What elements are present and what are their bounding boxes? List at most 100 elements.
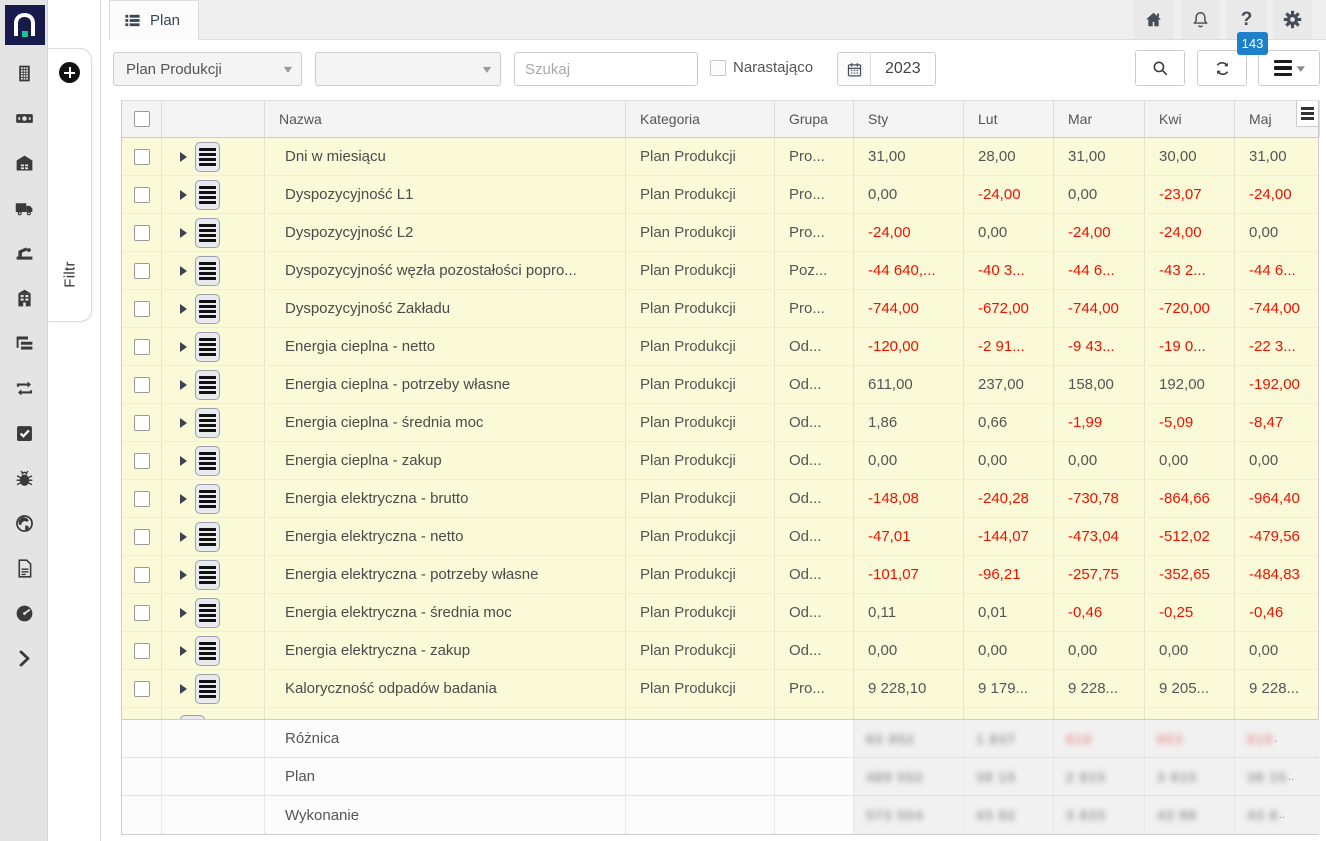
table-row[interactable]: Dyspozycyjność węzła pozostałości popro.… xyxy=(122,252,1318,290)
row-name[interactable]: Energia elektryczna - brutto xyxy=(265,480,626,517)
search-button[interactable] xyxy=(1135,50,1185,86)
tree-list-icon[interactable] xyxy=(13,332,35,354)
expand-arrow-icon[interactable] xyxy=(180,228,187,238)
dataset-select[interactable]: Plan Produkcji ▾ xyxy=(113,52,302,86)
row-menu-button[interactable] xyxy=(195,484,220,514)
row-name[interactable]: Dyspozycyjność Zakładu xyxy=(265,290,626,327)
app-logo[interactable] xyxy=(5,5,45,45)
expand-arrow-icon[interactable] xyxy=(180,570,187,580)
year-picker[interactable]: 2023 xyxy=(837,52,936,86)
table-row[interactable]: Energia elektryczna - potrzeby własne Pl… xyxy=(122,556,1318,594)
row-checkbox[interactable] xyxy=(134,149,150,165)
row-menu-button[interactable] xyxy=(195,142,220,172)
row-name[interactable]: Energia cieplna - średnia moc xyxy=(265,404,626,441)
row-name[interactable]: Energia cieplna - zakup xyxy=(265,442,626,479)
row-name[interactable]: Dyspozycyjność L1 xyxy=(265,176,626,213)
expand-arrow-icon[interactable] xyxy=(180,646,187,656)
row-name[interactable]: Energia elektryczna - średnia moc xyxy=(265,594,626,631)
row-checkbox[interactable] xyxy=(134,643,150,659)
row-name[interactable]: Dyspozycyjność węzła pozostałości popro.… xyxy=(265,252,626,289)
table-row[interactable]: Energia elektryczna - netto Plan Produkc… xyxy=(122,518,1318,556)
settings-button[interactable] xyxy=(1273,0,1312,39)
row-checkbox[interactable] xyxy=(134,567,150,583)
row-name[interactable]: Energia elektryczna - zakup xyxy=(265,632,626,669)
column-header-lut[interactable]: Lut xyxy=(964,101,1054,137)
table-row[interactable]: Dyspozycyjność L2 Plan Produkcji Pro... … xyxy=(122,214,1318,252)
calendar-icon[interactable] xyxy=(838,53,871,85)
row-menu-button[interactable] xyxy=(195,636,220,666)
column-header-nazwa[interactable]: Nazwa xyxy=(265,101,626,137)
tab-plan[interactable]: Plan xyxy=(109,0,199,40)
row-name[interactable]: Kaloryczność odpadów badania xyxy=(265,670,626,707)
add-filter-icon[interactable] xyxy=(59,62,80,83)
table-row[interactable]: Energia elektryczna - brutto Plan Produk… xyxy=(122,480,1318,518)
expand-arrow-icon[interactable] xyxy=(180,342,187,352)
home-button[interactable] xyxy=(1134,0,1173,39)
row-menu-button[interactable] xyxy=(195,446,220,476)
notifications-button[interactable] xyxy=(1181,0,1220,39)
bug-icon[interactable] xyxy=(13,467,35,489)
secondary-select[interactable]: ▾ xyxy=(315,52,501,86)
row-checkbox[interactable] xyxy=(134,377,150,393)
search-input[interactable] xyxy=(514,52,698,86)
expand-arrow-icon[interactable] xyxy=(180,608,187,618)
warehouse-icon[interactable] xyxy=(13,152,35,174)
column-header-grupa[interactable]: Grupa xyxy=(775,101,854,137)
row-menu-button[interactable] xyxy=(195,370,220,400)
row-menu-button[interactable] xyxy=(195,218,220,248)
dashboard-icon[interactable] xyxy=(13,602,35,624)
table-row[interactable]: Energia elektryczna - zakup Plan Produkc… xyxy=(122,632,1318,670)
row-name[interactable]: Energia elektryczna - netto xyxy=(265,518,626,555)
filter-flyout[interactable]: Filtr xyxy=(48,48,92,322)
row-checkbox[interactable] xyxy=(134,491,150,507)
expand-arrow-icon[interactable] xyxy=(180,494,187,504)
expand-arrow-icon[interactable] xyxy=(180,532,187,542)
row-name[interactable]: Energia cieplna - potrzeby własne xyxy=(265,366,626,403)
row-checkbox[interactable] xyxy=(134,339,150,355)
table-row[interactable]: Kaloryczność odpadów badania Plan Produk… xyxy=(122,670,1318,708)
actions-menu-button[interactable]: ▾ xyxy=(1258,50,1320,86)
expand-arrow-icon[interactable] xyxy=(180,266,187,276)
row-menu-button[interactable] xyxy=(195,522,220,552)
table-row[interactable]: Energia cieplna - netto Plan Produkcji O… xyxy=(122,328,1318,366)
row-menu-button[interactable] xyxy=(195,674,220,704)
expand-arrow-icon[interactable] xyxy=(180,456,187,466)
column-chooser-icon[interactable] xyxy=(1296,101,1318,127)
table-row[interactable]: Energia elektryczna - średnia moc Plan P… xyxy=(122,594,1318,632)
transfer-icon[interactable] xyxy=(13,377,35,399)
column-header-kategoria[interactable]: Kategoria xyxy=(626,101,775,137)
row-name[interactable]: Energia elektryczna - potrzeby własne xyxy=(265,556,626,593)
row-menu-button[interactable] xyxy=(195,598,220,628)
row-name[interactable]: Dni w miesiącu xyxy=(265,138,626,175)
row-checkbox[interactable] xyxy=(134,605,150,621)
row-menu-button[interactable] xyxy=(195,332,220,362)
row-name[interactable]: Energia cieplna - netto xyxy=(265,328,626,365)
production-line-icon[interactable] xyxy=(13,242,35,264)
row-menu-button[interactable] xyxy=(195,560,220,590)
column-header-mar[interactable]: Mar xyxy=(1054,101,1145,137)
expand-arrow-icon[interactable] xyxy=(180,304,187,314)
row-checkbox[interactable] xyxy=(134,453,150,469)
bank-icon[interactable] xyxy=(13,287,35,309)
table-row[interactable]: Energia cieplna - średnia moc Plan Produ… xyxy=(122,404,1318,442)
table-row[interactable]: Energia cieplna - potrzeby własne Plan P… xyxy=(122,366,1318,404)
row-checkbox[interactable] xyxy=(134,529,150,545)
row-menu-button[interactable] xyxy=(195,256,220,286)
table-row[interactable]: Energia cieplna - zakup Plan Produkcji O… xyxy=(122,442,1318,480)
tasks-icon[interactable] xyxy=(13,422,35,444)
column-header-sty[interactable]: Sty xyxy=(854,101,964,137)
table-row[interactable]: Dyspozycyjność L1 Plan Produkcji Pro... … xyxy=(122,176,1318,214)
document-icon[interactable] xyxy=(13,557,35,579)
expand-arrow-icon[interactable] xyxy=(180,380,187,390)
row-checkbox[interactable] xyxy=(134,225,150,241)
row-menu-button[interactable] xyxy=(195,408,220,438)
banknote-icon[interactable] xyxy=(13,107,35,129)
row-menu-button[interactable] xyxy=(195,180,220,210)
row-menu-button[interactable] xyxy=(195,294,220,324)
table-row[interactable]: Dyspozycyjność Zakładu Plan Produkcji Pr… xyxy=(122,290,1318,328)
globe-icon[interactable] xyxy=(13,512,35,534)
row-checkbox[interactable] xyxy=(134,301,150,317)
select-all-checkbox[interactable] xyxy=(134,111,150,127)
row-checkbox[interactable] xyxy=(134,187,150,203)
collapse-panel-icon[interactable] xyxy=(13,647,35,669)
